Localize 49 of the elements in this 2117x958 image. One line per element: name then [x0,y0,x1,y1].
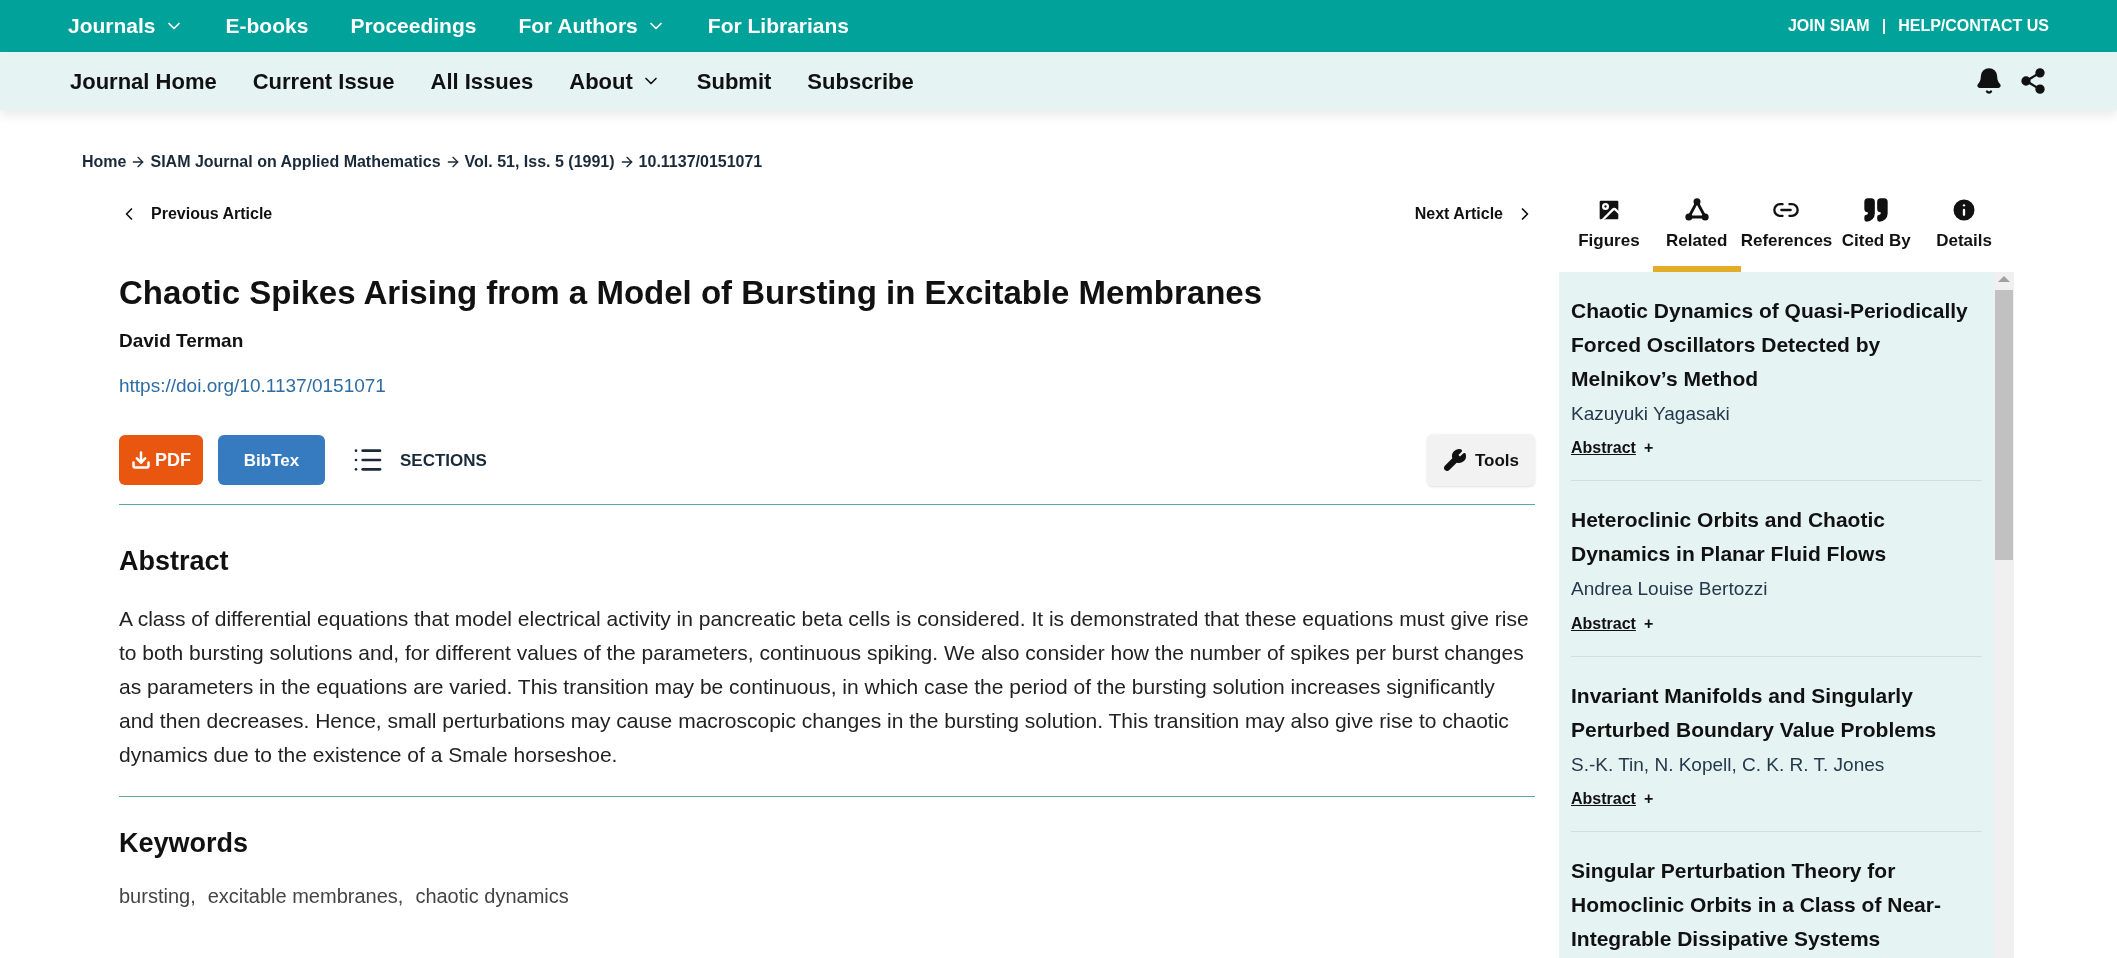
expand-toggle[interactable]: + [1643,611,1654,636]
related-article-title[interactable]: Invariant Manifolds and Singularly Perturbed Boundary Value Problems [1571,678,1982,747]
related-article-authors: S.-K. Tin, N. Kopell, C. K. R. T. Jones [1571,752,1886,777]
abstract-text: A class of differential equations that model electrical activity in pancreatic beta cells is considered. It is demonstrated that these equations must give rise to both bursting solutions and, for different values of the parameters, continuous spiking. We also consider how the number of spikes per burst changes as parameters in the equations are varied. This transition may be continuous, in which case the period of the bursting solution increases significantly and then decreases. Hence, small perturbations may cause macroscopic changes in the bursting solution. This transition may also give rise to chaotic dynamics due to the existence of a Smale horseshoe. [119,605,1530,768]
side-tab[interactable]: Cited By [1832,188,1921,272]
related-article-title[interactable]: Heteroclinic Orbits and Chaotic Dynamics in Planar Fluid Flows [1571,503,1982,571]
vertical-bar-text: | [1881,16,1887,36]
journal-nav-link[interactable]: Current Issue [252,64,395,98]
tools-button[interactable]: Tools [1426,434,1535,487]
author-name: David Terman [119,329,245,354]
quote-icon [1862,196,1891,224]
journal-nav-link[interactable]: Subscribe [807,64,914,98]
breadcrumb-link[interactable]: SIAM Journal on Applied Mathematics [150,150,441,174]
scrollbar[interactable] [1994,271,2014,958]
download-icon [131,450,151,471]
article-title: Chaotic Spikes Arising from a Model of Bursting in Excitable Membranes [119,273,1263,313]
doi-link[interactable]: https://doi.org/10.1137/0151071 [119,371,386,401]
abstract-heading: Abstract [119,545,230,579]
share-icon[interactable] [2019,67,2047,95]
expand-toggle[interactable]: + [1643,787,1654,811]
related-article-authors: Kazuyuki Yagasaki [1571,401,1731,426]
journal-nav-link[interactable]: Journal Home [70,64,217,98]
keyword-link[interactable]: excitable membranes, [207,881,404,912]
related-article-title[interactable]: Chaotic Dynamics of Quasi-Periodically Forced Oscillators Detected by Melnikov’s Method [1571,293,1982,396]
abstract-link[interactable]: Abstract [1571,436,1636,460]
previous-article-link[interactable]: Previous Article [119,202,273,226]
pdf-button[interactable]: PDF [119,435,203,486]
bibtex-button[interactable]: BibTex [218,435,325,486]
breadcrumb-link[interactable]: Vol. 51, Iss. 5 (1991) [464,150,615,174]
bell-icon[interactable] [1975,67,2003,95]
journal-nav-link[interactable]: About [569,64,661,98]
related-article-title[interactable]: Singular Perturbation Theory for Homoclinic Orbits in a Class of Near-Integrable Dissipative Systems [1571,854,1982,956]
journal-nav-link[interactable]: Submit [696,64,772,98]
related-article-authors: Andrea Louise Bertozzi [1571,577,1769,601]
side-tab[interactable]: References [1740,188,1833,272]
keyword-link[interactable]: chaotic dynamics [415,881,569,912]
keyword-link[interactable]: bursting, [119,881,196,912]
sections-button[interactable]: SECTIONS [352,444,487,477]
abstract-link[interactable]: Abstract [1571,787,1636,811]
side-tab[interactable]: Figures [1565,188,1653,272]
side-tab[interactable]: Details [1920,188,2008,272]
abstract-link[interactable]: Abstract [1571,611,1636,636]
journal-nav-link[interactable]: All Issues [430,64,534,98]
breadcrumb-link[interactable]: 10.1137/0151071 [638,150,763,174]
keywords-heading: Keywords [119,826,250,860]
expand-toggle[interactable]: + [1643,436,1654,460]
next-article-link[interactable]: Next Article [1414,202,1535,226]
breadcrumb-link[interactable]: Home [82,150,127,174]
wrench-icon [1442,448,1467,473]
